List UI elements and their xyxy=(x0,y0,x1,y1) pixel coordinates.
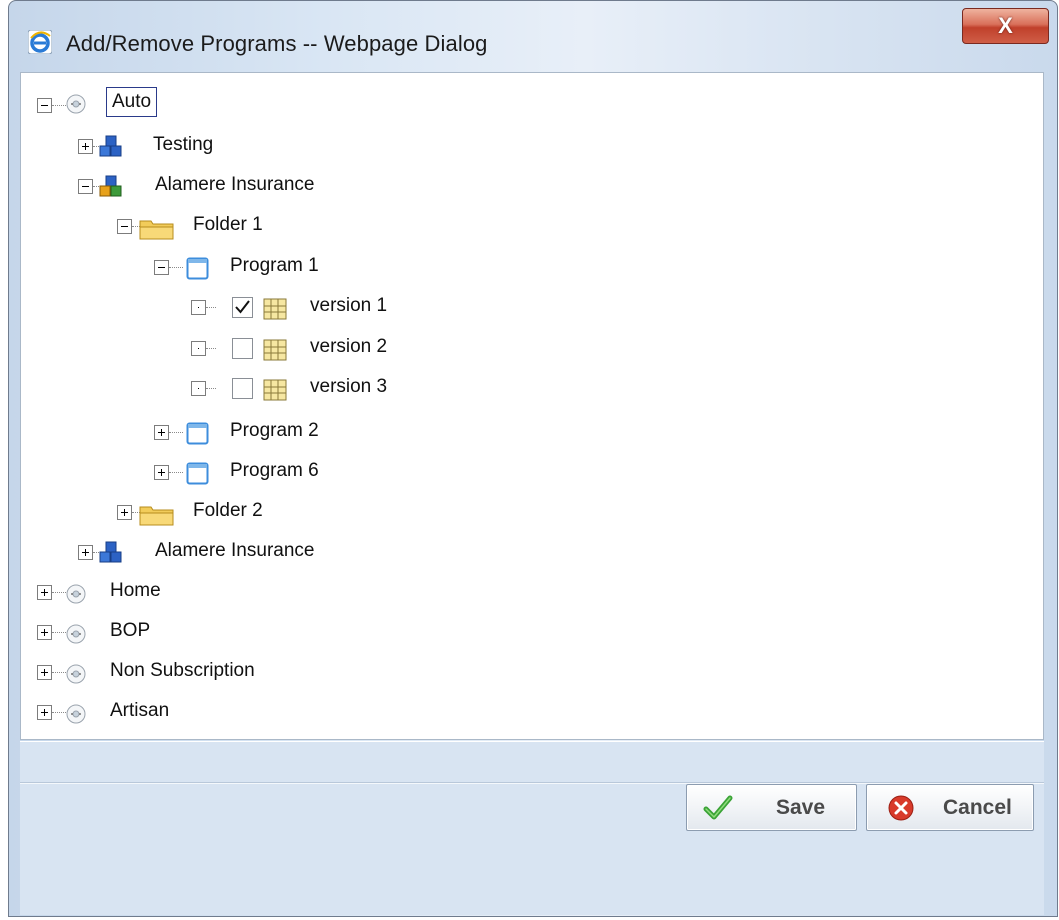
collapse-toggle[interactable] xyxy=(37,98,52,113)
cubes-icon xyxy=(99,541,122,563)
tree-connector xyxy=(169,472,183,474)
tree-label-home[interactable]: Home xyxy=(110,580,161,602)
close-button[interactable]: X xyxy=(962,8,1049,44)
expand-toggle[interactable] xyxy=(154,465,169,480)
expand-toggle[interactable] xyxy=(37,625,52,640)
title-bar[interactable]: Add/Remove Programs -- Webpage Dialog X xyxy=(9,1,1057,73)
version-1-checkbox[interactable] xyxy=(232,297,253,318)
tree-connector xyxy=(52,672,66,674)
check-icon xyxy=(703,795,733,820)
expand-toggle[interactable] xyxy=(37,665,52,680)
folder-icon xyxy=(139,220,174,240)
cubes-icon xyxy=(99,175,122,197)
tree-connector xyxy=(169,267,183,269)
tree-connector xyxy=(169,432,183,434)
tree-label-alamere-insurance[interactable]: Alamere Insurance xyxy=(155,174,314,196)
tree-connector xyxy=(52,632,66,634)
tree-label-version-3[interactable]: version 3 xyxy=(310,376,387,398)
tree-label-folder-1[interactable]: Folder 1 xyxy=(193,214,263,236)
internet-explorer-icon xyxy=(28,30,52,54)
leaf-marker xyxy=(191,381,206,396)
expand-toggle[interactable] xyxy=(78,545,93,560)
expand-toggle[interactable] xyxy=(78,139,93,154)
disc-icon xyxy=(66,704,86,724)
table-icon xyxy=(263,298,287,320)
table-icon xyxy=(263,379,287,401)
tree-label-artisan[interactable]: Artisan xyxy=(110,700,169,722)
expand-toggle[interactable] xyxy=(117,505,132,520)
expand-toggle[interactable] xyxy=(154,425,169,440)
tree-connector xyxy=(206,307,216,309)
tree-label-program-6[interactable]: Program 6 xyxy=(230,460,319,482)
save-button[interactable]: Save xyxy=(686,784,857,831)
program-window-icon xyxy=(186,257,209,280)
tree-label-version-1[interactable]: version 1 xyxy=(310,295,387,317)
collapse-toggle[interactable] xyxy=(117,219,132,234)
cancel-button[interactable]: Cancel xyxy=(866,784,1034,831)
tree-label-folder-2[interactable]: Folder 2 xyxy=(193,500,263,522)
program-tree xyxy=(20,72,1044,740)
leaf-marker xyxy=(191,341,206,356)
collapse-toggle[interactable] xyxy=(154,260,169,275)
table-icon xyxy=(263,339,287,361)
expand-toggle[interactable] xyxy=(37,705,52,720)
save-button-label: Save xyxy=(776,796,826,819)
tree-connector xyxy=(206,388,216,390)
disc-icon xyxy=(66,664,86,684)
tree-label-testing[interactable]: Testing xyxy=(153,134,213,156)
tree-label-alamere-insurance-2[interactable]: Alamere Insurance xyxy=(155,540,314,562)
expand-toggle[interactable] xyxy=(37,585,52,600)
tree-connector xyxy=(206,348,216,350)
tree-label-program-1[interactable]: Program 1 xyxy=(230,255,319,277)
tree-connector xyxy=(52,105,66,107)
cubes-icon xyxy=(99,135,122,157)
version-2-checkbox[interactable] xyxy=(232,338,253,359)
disc-icon xyxy=(66,94,86,114)
tree-label-program-2[interactable]: Program 2 xyxy=(230,420,319,442)
collapse-toggle[interactable] xyxy=(78,179,93,194)
folder-icon xyxy=(139,506,174,526)
cancel-button-label: Cancel xyxy=(943,796,1012,819)
tree-label-auto[interactable]: Auto xyxy=(106,87,158,117)
tree-label-version-2[interactable]: version 2 xyxy=(310,336,387,358)
tree-label-bop[interactable]: BOP xyxy=(110,620,150,642)
leaf-marker xyxy=(191,300,206,315)
program-window-icon xyxy=(186,462,209,485)
tree-connector xyxy=(52,712,66,714)
cancel-icon xyxy=(888,795,914,821)
tree-connector xyxy=(52,592,66,594)
dialog-title: Add/Remove Programs -- Webpage Dialog xyxy=(66,31,488,56)
program-window-icon xyxy=(186,422,209,445)
disc-icon xyxy=(66,624,86,644)
version-3-checkbox[interactable] xyxy=(232,378,253,399)
tree-label-non-subscription[interactable]: Non Subscription xyxy=(110,660,255,682)
disc-icon xyxy=(66,584,86,604)
